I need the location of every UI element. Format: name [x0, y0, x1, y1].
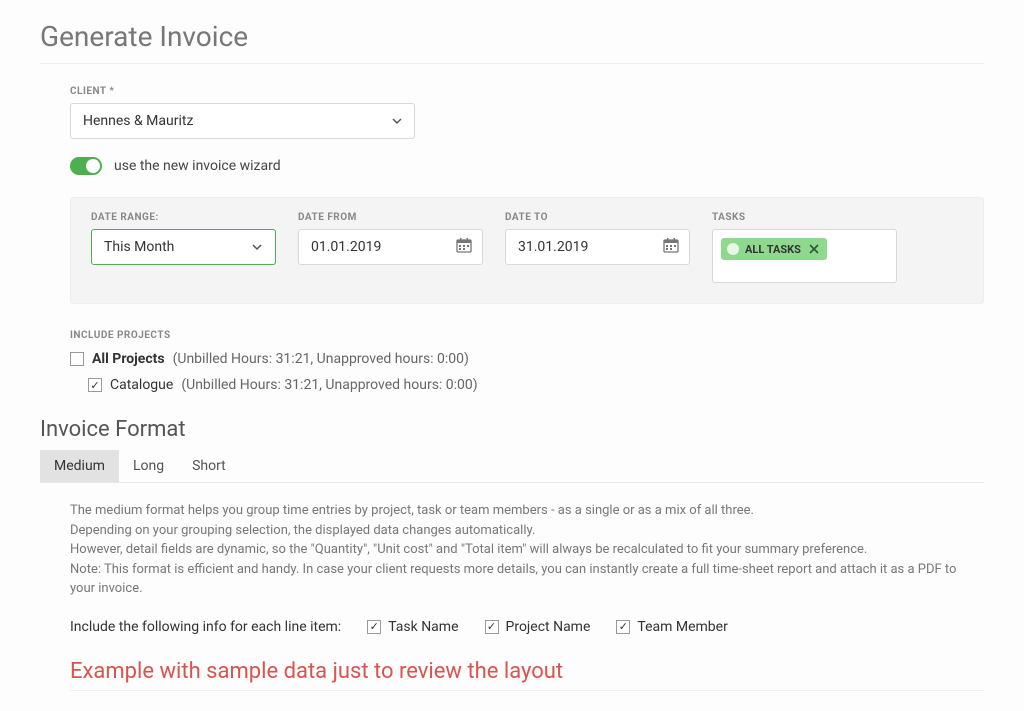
date-from-value: 01.01.2019	[311, 239, 381, 255]
project-checkbox-catalogue[interactable]	[88, 378, 102, 392]
date-to-value: 31.01.2019	[518, 239, 588, 255]
calendar-icon	[663, 237, 679, 257]
example-heading: Example with sample data just to review …	[70, 659, 984, 690]
date-range-select[interactable]: This Month	[91, 229, 276, 265]
project-name-checkbox[interactable]	[485, 620, 499, 634]
date-range-panel: DATE RANGE: This Month DATE FROM 01.01.2…	[70, 197, 984, 304]
tasks-input[interactable]: ALL TASKS	[712, 229, 897, 283]
pill-dot-icon	[727, 243, 739, 255]
line-item-options-label: Include the following info for each line…	[70, 619, 341, 635]
team-member-label: Team Member	[637, 619, 727, 635]
remove-task-icon[interactable]	[807, 242, 821, 256]
wizard-toggle[interactable]	[70, 157, 102, 175]
format-desc-line: Note: This format is efficient and handy…	[70, 560, 984, 599]
include-projects-title: INCLUDE PROJECTS	[70, 330, 984, 341]
wizard-toggle-label: use the new invoice wizard	[114, 158, 281, 174]
task-name-checkbox[interactable]	[367, 620, 381, 634]
project-stats: (Unbilled Hours: 31:21, Unapproved hours…	[181, 377, 477, 393]
project-name: Catalogue	[110, 377, 173, 393]
client-label: CLIENT *	[70, 86, 984, 97]
invoice-format-title: Invoice Format	[40, 417, 984, 442]
all-projects-checkbox[interactable]	[70, 352, 84, 366]
date-range-label: DATE RANGE:	[91, 212, 276, 223]
date-from-input[interactable]: 01.01.2019	[298, 229, 483, 265]
date-from-label: DATE FROM	[298, 212, 483, 223]
all-projects-stats: (Unbilled Hours: 31:21, Unapproved hours…	[173, 351, 469, 367]
client-select[interactable]: Hennes & Mauritz	[70, 103, 415, 139]
calendar-icon	[456, 237, 472, 257]
date-to-label: DATE TO	[505, 212, 690, 223]
format-description: The medium format helps you group time e…	[70, 501, 984, 599]
client-selected: Hennes & Mauritz	[83, 113, 193, 129]
tasks-label: TASKS	[712, 212, 897, 223]
date-to-input[interactable]: 31.01.2019	[505, 229, 690, 265]
task-pill-all: ALL TASKS	[721, 238, 827, 260]
page-title: Generate Invoice	[40, 20, 984, 64]
format-tabs: Medium Long Short	[40, 450, 984, 483]
format-desc-line: The medium format helps you group time e…	[70, 501, 984, 521]
format-desc-line: However, detail fields are dynamic, so t…	[70, 540, 984, 560]
date-range-selected: This Month	[104, 239, 174, 255]
chevron-down-icon	[251, 241, 263, 253]
task-pill-label: ALL TASKS	[745, 243, 801, 256]
tab-medium[interactable]: Medium	[40, 450, 119, 482]
all-projects-label: All Projects	[92, 351, 165, 367]
tab-long[interactable]: Long	[119, 450, 178, 482]
tab-short[interactable]: Short	[178, 450, 240, 482]
format-desc-line: Depending on your grouping selection, th…	[70, 521, 984, 541]
project-name-label: Project Name	[506, 619, 591, 635]
team-member-checkbox[interactable]	[616, 620, 630, 634]
divider	[70, 690, 984, 691]
task-name-label: Task Name	[388, 619, 458, 635]
